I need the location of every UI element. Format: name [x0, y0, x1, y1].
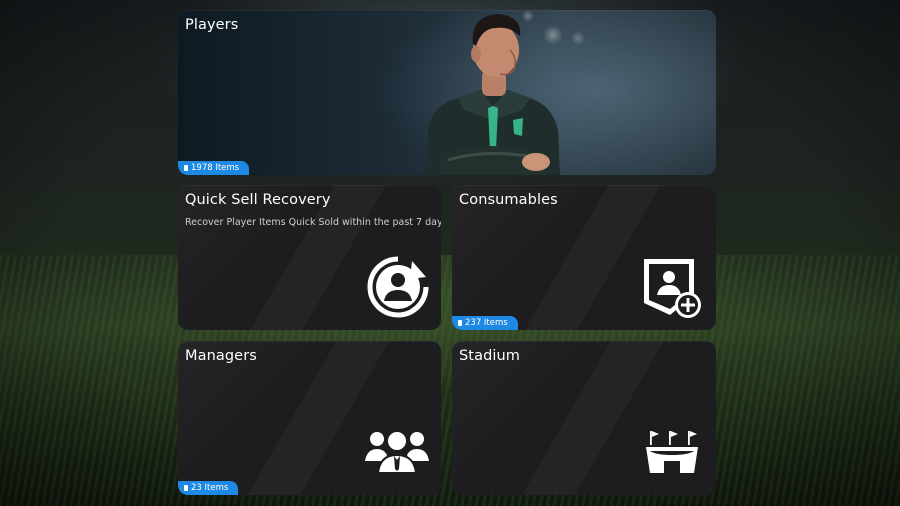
quick-sell-recovery-tile[interactable]: Quick Sell Recovery Recover Player Items… [178, 185, 441, 330]
consumables-count-badge: 237 Items [452, 316, 518, 330]
player-refresh-icon [367, 256, 429, 318]
card-icon [184, 165, 188, 171]
players-title: Players [185, 17, 239, 33]
players-tile[interactable]: Players 1978 Items [178, 10, 716, 175]
stadium-flags-icon [646, 431, 698, 473]
stadium-title: Stadium [459, 348, 521, 364]
managers-group-icon [365, 430, 429, 474]
managers-title: Managers [185, 348, 257, 364]
stadium-tile[interactable]: Stadium [452, 341, 716, 495]
consumables-title: Consumables [459, 192, 558, 208]
consumables-count: 237 Items [465, 318, 508, 328]
pitch-background [0, 255, 900, 506]
players-count-badge: 1978 Items [178, 161, 250, 175]
player-card-add-icon [644, 259, 701, 318]
card-icon [458, 320, 462, 326]
quick-sell-subtitle: Recover Player Items Quick Sold within t… [185, 217, 441, 228]
quick-sell-title: Quick Sell Recovery [185, 192, 331, 208]
card-icon [184, 485, 188, 491]
player-image [426, 14, 560, 175]
managers-count: 23 Items [191, 483, 229, 493]
consumables-tile[interactable]: Consumables 237 Items [452, 185, 716, 330]
managers-count-badge: 23 Items [178, 481, 239, 495]
managers-tile[interactable]: Managers 23 Items [178, 341, 441, 495]
players-count: 1978 Items [191, 163, 240, 173]
club-screen: Players 1978 Items Quick Sell Recovery R… [0, 0, 900, 506]
